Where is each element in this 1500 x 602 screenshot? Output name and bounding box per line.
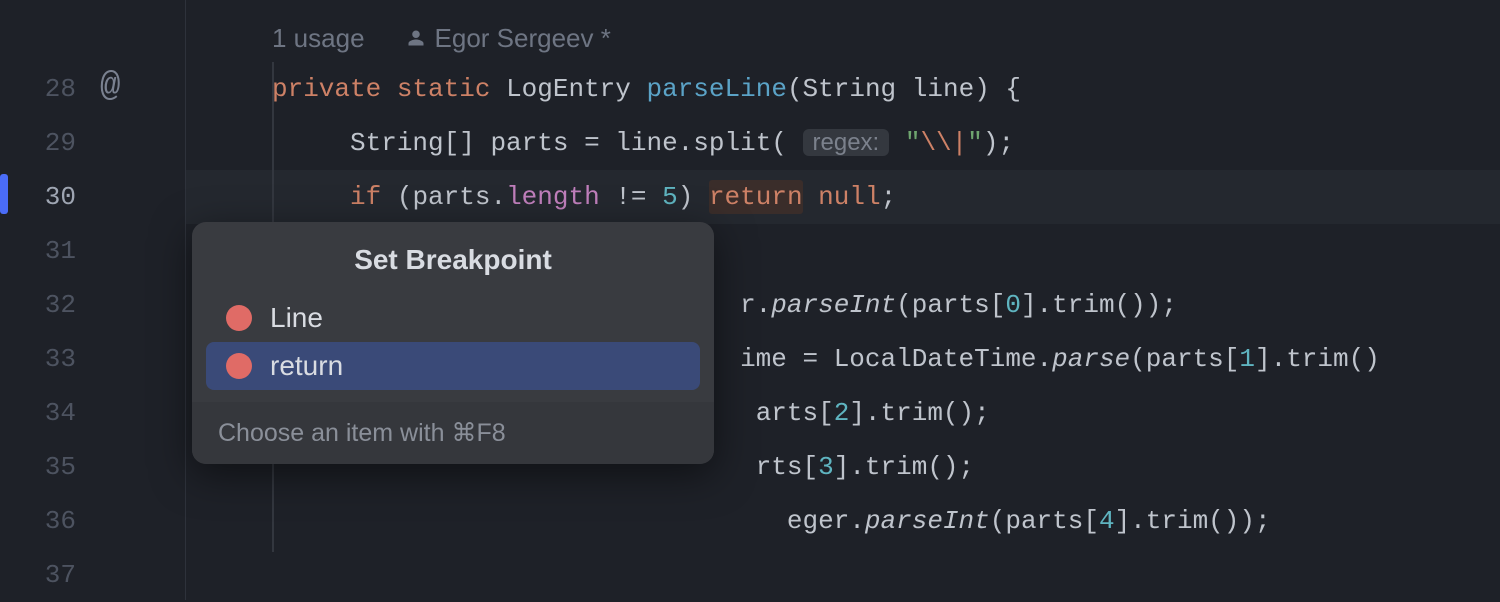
line-number[interactable]: 36 — [0, 494, 90, 548]
breakpoint-strip[interactable] — [0, 174, 8, 214]
code-line-28[interactable]: private static LogEntry parseLine(String… — [186, 62, 1500, 116]
option-label: return — [270, 350, 343, 382]
breakpoint-icon — [226, 353, 252, 379]
line-number[interactable]: 33 — [0, 332, 90, 386]
breakpoint-option-line[interactable]: Line — [206, 294, 700, 342]
author-hint[interactable]: Egor Sergeev * — [407, 14, 611, 62]
author-name: Egor Sergeev * — [435, 14, 611, 62]
code-line-30-current[interactable]: if (parts.length != 5) return null; — [186, 170, 1500, 224]
usages-hint[interactable]: 1 usage — [272, 14, 365, 62]
line-number[interactable]: 34 — [0, 386, 90, 440]
line-number-current[interactable]: 30 — [0, 170, 90, 224]
popup-footer-hint: Choose an item with ⌘F8 — [192, 402, 714, 464]
code-line-37[interactable] — [186, 548, 1500, 602]
set-breakpoint-popup: Set Breakpoint Line return Choose an ite… — [192, 222, 714, 464]
recursive-call-icon[interactable]: @ — [100, 60, 120, 114]
option-label: Line — [270, 302, 323, 334]
popup-list: Line return — [192, 294, 714, 402]
gutter-icon-margin[interactable]: @ — [90, 0, 185, 600]
line-number[interactable]: 32 — [0, 278, 90, 332]
code-line-29[interactable]: String[] parts = line.split( regex: "\\|… — [186, 116, 1500, 170]
popup-title: Set Breakpoint — [192, 222, 714, 294]
code-line-36[interactable]: eger.parseInt(parts[4].trim()); — [186, 494, 1500, 548]
line-number[interactable]: 28 — [0, 62, 90, 116]
line-number[interactable]: 35 — [0, 440, 90, 494]
line-number[interactable]: 31 — [0, 224, 90, 278]
line-number[interactable]: 29 — [0, 116, 90, 170]
user-icon — [407, 29, 425, 47]
breakpoint-icon — [226, 305, 252, 331]
breakpoint-option-return[interactable]: return — [206, 342, 700, 390]
parameter-hint: regex: — [803, 129, 890, 156]
line-number[interactable]: 37 — [0, 548, 90, 602]
line-number-gutter[interactable]: 28 29 30 31 32 33 34 35 36 37 — [0, 0, 90, 600]
code-lens-row: 1 usage Egor Sergeev * — [186, 14, 1500, 62]
